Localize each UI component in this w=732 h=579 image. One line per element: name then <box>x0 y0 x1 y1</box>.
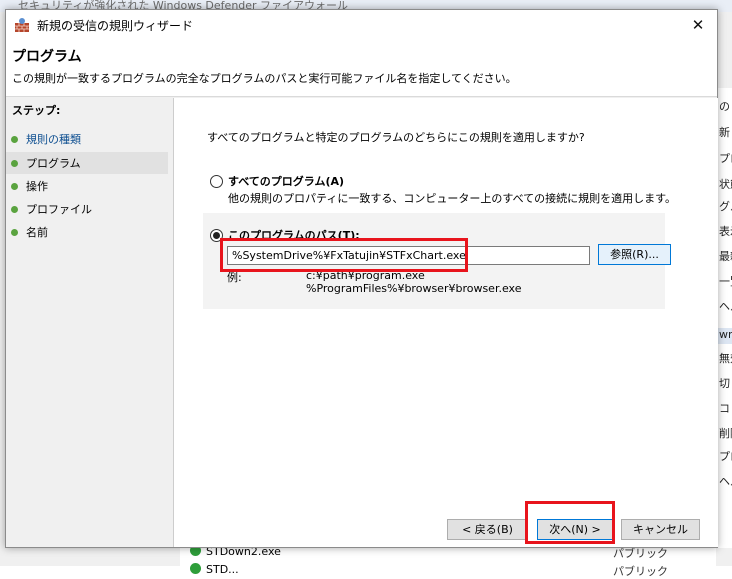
step-status-icon <box>11 160 18 167</box>
browse-button[interactable]: 参照(R)... <box>598 244 671 265</box>
background-action-item[interactable]: ヘル <box>719 298 732 320</box>
background-action-item[interactable]: 最新 <box>719 248 732 270</box>
step-name: 名前 <box>6 221 168 243</box>
background-actions-pane: の 新し プロ 状態 グル 表示 最新 一覧 ヘル wn 無効 切り コピ 削除… <box>716 88 732 548</box>
step-rule-type[interactable]: 規則の種類 <box>6 128 168 150</box>
back-button[interactable]: < 戻る(B) <box>447 519 528 540</box>
firewall-icon <box>15 18 29 32</box>
background-action-item[interactable]: 状態 <box>719 176 732 198</box>
background-action-item[interactable]: 削除 <box>719 425 732 447</box>
background-action-item[interactable]: 切り <box>719 375 732 397</box>
background-action-item[interactable]: 新し <box>719 124 732 146</box>
step-label: 名前 <box>26 226 48 239</box>
background-action-item[interactable]: 一覧 <box>719 273 732 295</box>
steps-heading: ステップ: <box>12 104 61 117</box>
step-profile: プロファイル <box>6 198 168 220</box>
background-rule-name: STD... <box>206 563 239 576</box>
step-status-icon <box>11 183 18 190</box>
background-rule-profile: パブリック <box>613 565 668 578</box>
step-label: 操作 <box>26 180 48 193</box>
background-action-item[interactable]: グル <box>719 198 732 220</box>
next-highlight-box <box>525 501 615 544</box>
step-status-icon <box>11 136 18 143</box>
step-program[interactable]: プログラム <box>6 152 168 174</box>
question-text: すべてのプログラムと特定のプログラムのどちらにこの規則を適用しますか? <box>207 131 585 144</box>
all-programs-label[interactable]: すべてのプログラム(A) <box>228 173 344 189</box>
steps-pane: ステップ: 規則の種類 プログラム 操作 プロファイル 名前 <box>6 98 171 547</box>
background-action-item[interactable]: 表示 <box>719 223 732 245</box>
background-action-item[interactable]: プロ <box>719 448 732 470</box>
page-description: この規則が一致するプログラムの完全なプログラムのパスと実行可能ファイル名を指定し… <box>12 72 517 85</box>
dialog-title-bar[interactable]: 新規の受信の規則ウィザード ✕ <box>6 10 717 40</box>
background-action-item[interactable]: プロ <box>719 150 732 172</box>
new-inbound-rule-wizard: 新規の受信の規則ウィザード ✕ プログラム この規則が一致するプログラムの完全な… <box>5 9 718 548</box>
background-action-item[interactable]: wn <box>719 328 732 350</box>
cancel-button[interactable]: キャンセル <box>621 519 700 540</box>
background-action-item[interactable]: の <box>719 98 732 120</box>
background-rule-row[interactable]: STD... <box>190 563 239 576</box>
path-highlight-box <box>220 238 468 272</box>
close-icon: ✕ <box>691 16 705 34</box>
all-programs-description: 他の規則のプロパティに一致する、コンピューター上のすべての接続に規則を適用します… <box>228 192 677 205</box>
close-button[interactable]: ✕ <box>686 14 710 36</box>
dialog-header: プログラム この規則が一致するプログラムの完全なプログラムのパスと実行可能ファイ… <box>6 40 717 97</box>
background-action-item[interactable]: 無効 <box>719 350 732 372</box>
background-action-item[interactable]: ヘル <box>719 473 732 495</box>
all-programs-radio[interactable] <box>210 175 223 188</box>
example-line: %ProgramFiles%¥browser¥browser.exe <box>306 282 522 295</box>
content-pane: すべてのプログラムと特定のプログラムのどちらにこの規則を適用しますか? すべての… <box>173 98 718 547</box>
page-title: プログラム <box>12 49 82 65</box>
step-status-icon <box>11 206 18 213</box>
background-action-item[interactable]: コピ <box>719 400 732 422</box>
step-label: プロファイル <box>26 203 92 216</box>
step-action: 操作 <box>6 175 168 197</box>
dialog-title: 新規の受信の規則ウィザード <box>37 19 194 33</box>
step-status-icon <box>11 229 18 236</box>
step-label: 規則の種類 <box>26 133 81 146</box>
enabled-check-icon <box>190 563 201 574</box>
step-label: プログラム <box>26 157 81 170</box>
